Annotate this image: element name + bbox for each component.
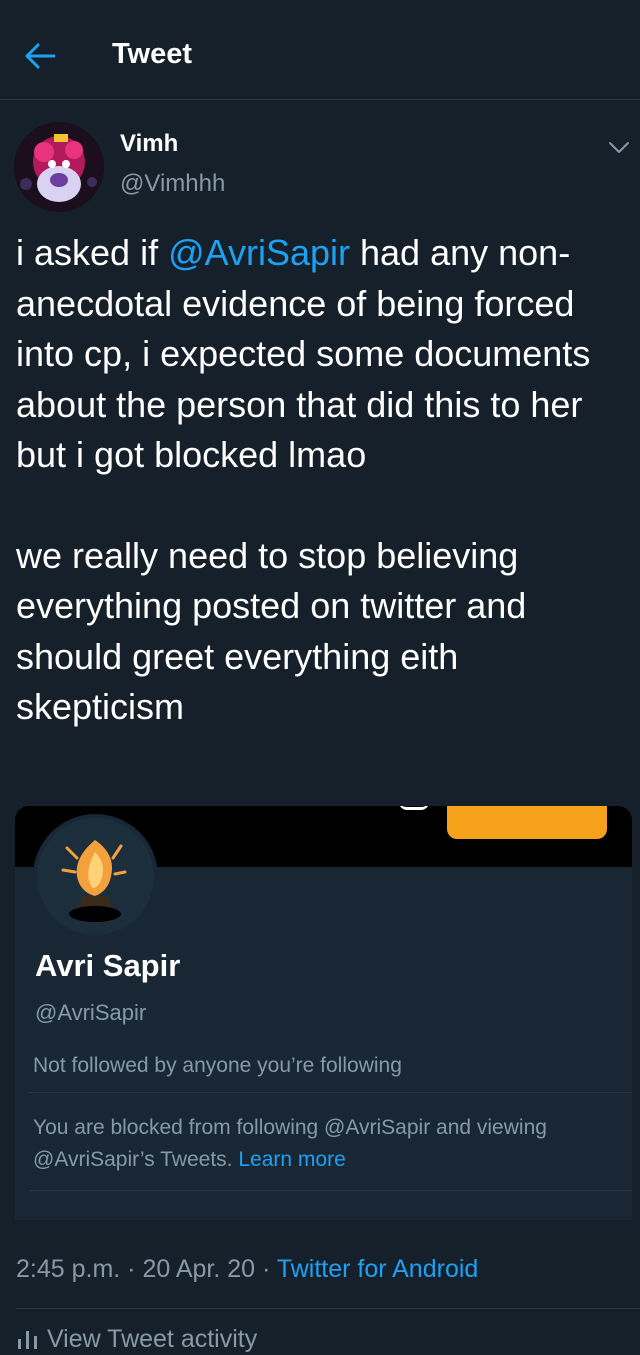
author-handle[interactable]: @Vimhhh <box>120 170 225 198</box>
profile-handle: @AvriSapir <box>35 1000 147 1025</box>
profile-avatar[interactable] <box>33 814 158 939</box>
learn-more-link[interactable]: Learn more <box>238 1148 345 1171</box>
follow-status: Not followed by anyone you’re following <box>33 1054 402 1077</box>
tweet-body: i asked if @AvriSapir had any non-anecdo… <box>16 228 626 733</box>
card-divider <box>29 1190 632 1191</box>
embedded-profile-card[interactable]: Avri Sapir @AvriSapir Not followed by an… <box>15 806 632 1220</box>
back-arrow-icon[interactable] <box>22 38 58 74</box>
tweet-paragraph: we really need to stop believing everyth… <box>16 534 527 728</box>
profile-name[interactable]: Avri Sapir <box>35 948 180 984</box>
top-bar: Tweet <box>0 0 640 100</box>
activity-label: View Tweet activity <box>46 1325 258 1353</box>
banner-button <box>447 806 607 839</box>
mention-link[interactable]: @AvriSapir <box>168 232 350 273</box>
tweet-time: 2:45 p.m. <box>16 1255 121 1283</box>
tweet-paragraph: i asked if @AvriSapir had any non-anecdo… <box>16 228 626 481</box>
tweet-source-link[interactable]: Twitter for Android <box>277 1255 478 1283</box>
meta-separator: · <box>255 1255 277 1283</box>
tweet-date: 20 Apr. 20 <box>142 1255 256 1283</box>
blocked-notice: You are blocked from following @AvriSapi… <box>33 1112 613 1176</box>
meta-separator: · <box>120 1255 143 1283</box>
view-tweet-activity-button[interactable]: View Tweet activity <box>16 1325 316 1355</box>
tweet-meta: 2:45 p.m. · 20 Apr. 20 · Twitter for And… <box>16 1255 478 1284</box>
banner-decoration <box>399 806 429 810</box>
divider <box>16 1308 640 1309</box>
author-avatar[interactable] <box>14 122 104 212</box>
activity-bars-icon <box>16 1327 40 1349</box>
card-divider <box>29 1092 632 1093</box>
tweet-author: Vimh @Vimhhh <box>0 110 640 212</box>
page-title: Tweet <box>112 38 193 70</box>
author-name[interactable]: Vimh <box>120 130 178 158</box>
tweet-text-start: i asked if <box>16 232 169 273</box>
chevron-down-icon[interactable] <box>604 132 634 162</box>
